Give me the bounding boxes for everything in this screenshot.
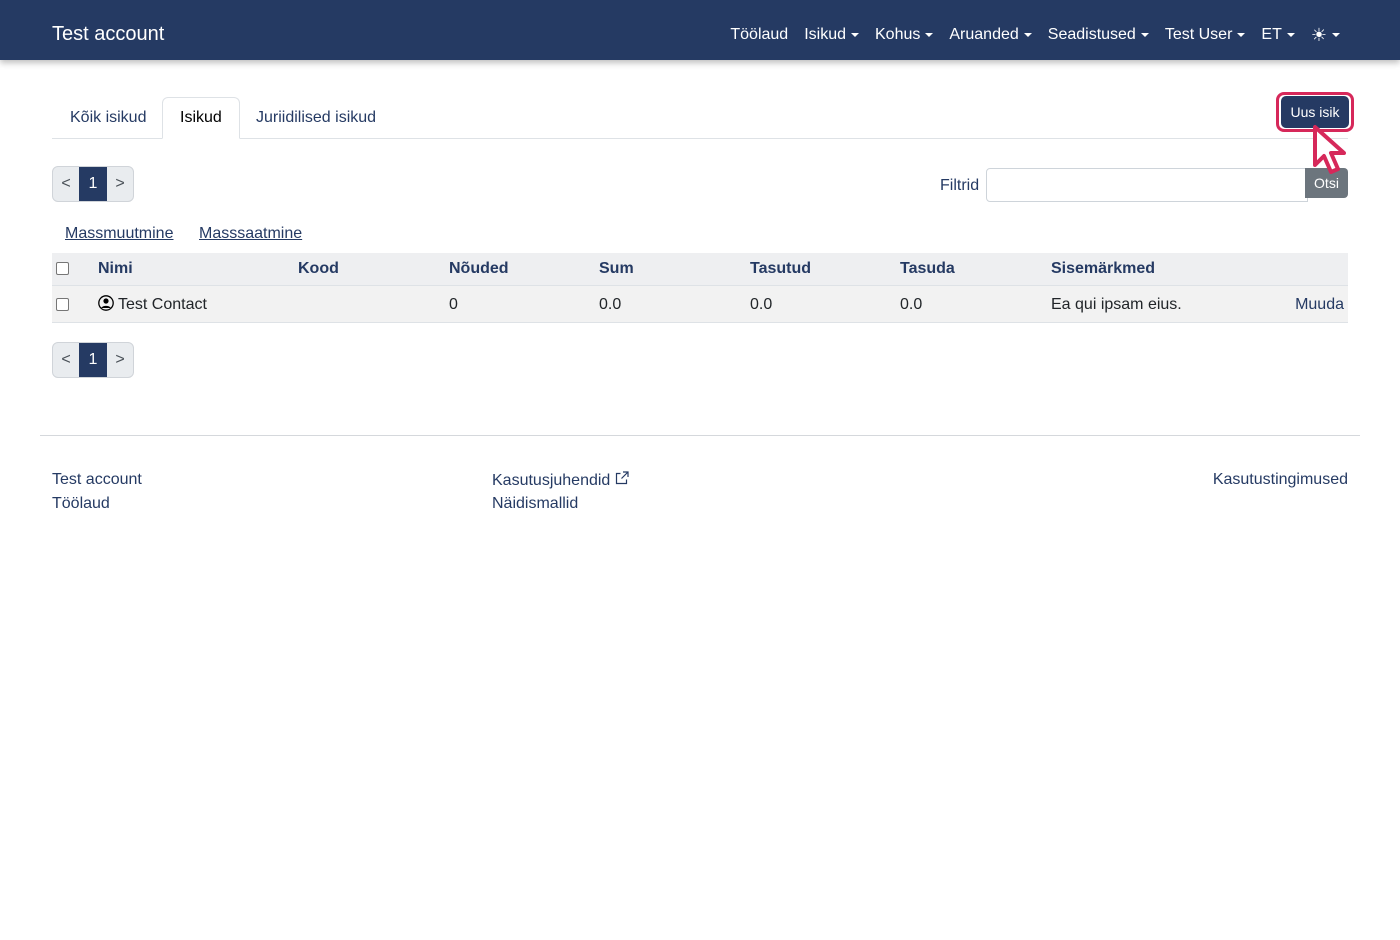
contact-name: Test Contact [118,296,207,313]
pagination-page[interactable]: 1 [79,167,107,201]
pagination-bottom: < 1 > [52,342,134,378]
sun-icon: ☀ [1310,25,1327,45]
tab-koik-isikud[interactable]: Kõik isikud [52,97,164,139]
caret-down-icon [1237,33,1246,37]
nav-item-seadistused[interactable]: Seadistused [1048,24,1149,46]
column-header-notes[interactable]: Sisemärkmed [1051,253,1155,284]
nav-item-label: Isikud [804,26,846,43]
pagination-prev[interactable]: < [53,167,79,201]
filter-input[interactable] [986,168,1308,202]
footer-link-toolaud[interactable]: Töölaud [52,494,110,514]
tab-isikud[interactable]: Isikud [162,97,240,139]
caret-down-icon [851,33,859,37]
mouse-pointer-icon [1313,125,1346,174]
person-circle-icon [98,295,114,311]
column-header-sum[interactable]: Sum [599,253,634,284]
person-tabs: Kõik isikud Isikud Juriidilised isikud [52,97,1348,139]
column-header-name[interactable]: Nimi [98,253,133,284]
column-header-claims[interactable]: Nõuded [449,253,509,284]
nav-item-kohus[interactable]: Kohus [875,24,934,46]
mass-send-link[interactable]: Masssaatmine [199,224,302,244]
nav-item-label: Töölaud [730,26,789,43]
select-all-checkbox[interactable] [56,262,69,275]
nav-item-isikud[interactable]: Isikud [804,24,859,46]
pagination-top: < 1 > [52,166,134,202]
cell-sum: 0.0 [599,296,622,313]
caret-down-icon [925,33,934,37]
nav-item-language[interactable]: ET [1261,24,1295,46]
cell-paid: 0.0 [750,296,773,313]
column-header-code[interactable]: Kood [298,253,339,284]
nav-menu: Töölaud Isikud Kohus Aruanded Seadistuse… [730,24,1340,46]
nav-item-label: ET [1261,26,1282,43]
footer-divider [40,435,1360,436]
brand-link[interactable]: Test account [52,21,164,47]
filter-label: Filtrid [940,177,980,194]
caret-down-icon [1140,33,1149,37]
caret-down-icon [1332,33,1340,37]
pagination-prev[interactable]: < [53,343,79,377]
nav-item-label: Test User [1164,26,1233,43]
table-header: Nimi Kood Nõuded Sum Tasutud Tasuda Sise… [52,253,1348,286]
nav-item-label: Kohus [875,26,921,43]
footer-link-terms[interactable]: Kasutustingimused [1213,470,1348,490]
pagination-next[interactable]: > [107,167,133,201]
footer-link-guides-label: Kasutusjuhendid [492,472,611,489]
cell-due: 0.0 [900,296,923,313]
nav-item-user-menu[interactable]: Test User [1165,24,1246,46]
cell-notes: Ea qui ipsam eius. [1051,296,1182,313]
nav-item-aruanded[interactable]: Aruanded [949,24,1032,46]
persons-table: Nimi Kood Nõuded Sum Tasutud Tasuda Sise… [52,253,1348,323]
footer-link-account[interactable]: Test account [52,470,142,490]
contact-name-link[interactable]: Test Contact [98,286,207,323]
footer-link-guides[interactable]: Kasutusjuhendid [492,470,630,491]
table-row: Test Contact 0 0.0 0.0 0.0 Ea qui ipsam … [52,286,1348,323]
tab-juriidilised-isikud[interactable]: Juriidilised isikud [238,97,394,139]
column-header-paid[interactable]: Tasutud [750,253,811,284]
nav-item-theme[interactable]: ☀ [1311,26,1340,44]
column-header-due[interactable]: Tasuda [900,253,955,284]
nav-item-toolaud[interactable]: Töölaud [730,24,788,46]
edit-link[interactable]: Muuda [1295,286,1344,323]
pagination-next[interactable]: > [107,343,133,377]
mass-edit-link[interactable]: Massmuutmine [65,224,173,244]
caret-down-icon [1023,33,1032,37]
nav-item-label: Seadistused [1047,26,1136,43]
external-link-icon [616,471,629,485]
cell-claims: 0 [449,296,458,313]
caret-down-icon [1286,33,1295,37]
footer-link-templates[interactable]: Näidismallid [492,494,578,514]
nav-item-label: Aruanded [949,26,1019,43]
pagination-page[interactable]: 1 [79,343,107,377]
row-checkbox[interactable] [56,298,69,311]
top-navbar: Test account Töölaud Isikud Kohus Aruand… [0,0,1400,60]
